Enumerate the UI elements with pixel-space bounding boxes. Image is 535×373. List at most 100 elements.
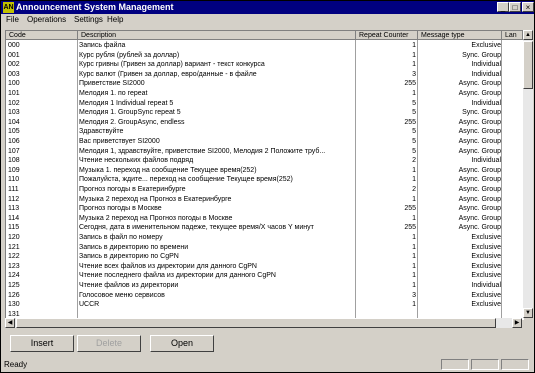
insert-button[interactable]: Insert bbox=[10, 335, 74, 352]
table-row[interactable]: 001 Курс рубля (рублей за доллар) 1 Sync. G… bbox=[6, 51, 523, 60]
row-repeat-counter: 3 bbox=[412, 70, 416, 78]
scroll-thumb[interactable] bbox=[523, 41, 533, 89]
row-code: 114 bbox=[8, 214, 20, 222]
scroll-right-arrow-icon[interactable]: ▶ bbox=[512, 318, 522, 328]
table-row[interactable]: 122 Запись в директорию по CgPN 1 Exclusive bbox=[6, 252, 523, 261]
maximize-button[interactable]: □ bbox=[509, 2, 521, 12]
column-header-repeat-counter[interactable]: Repeat Counter bbox=[356, 31, 418, 40]
row-message-type: Async. Group bbox=[458, 166, 501, 174]
title-bar[interactable]: AN Announcement System Management _ □ × bbox=[1, 1, 534, 14]
row-code: 111 bbox=[8, 186, 19, 193]
row-code: 108 bbox=[8, 157, 20, 165]
row-description: Запись в файл по номеру bbox=[79, 234, 163, 241]
table-row[interactable]: 115 Сегодня, дата в именительном падеже, … bbox=[6, 223, 523, 232]
table-row[interactable]: 100 Приветствие SI2000 255 Async. Group bbox=[6, 79, 523, 88]
status-bar: Ready bbox=[1, 357, 534, 372]
row-message-type: Async. Group bbox=[458, 176, 501, 184]
row-code: 112 bbox=[8, 195, 20, 203]
row-repeat-counter: 1 bbox=[412, 51, 416, 59]
row-description: Чтение файлов из директории bbox=[79, 282, 179, 289]
row-description: Голосовое меню сервисов bbox=[79, 291, 165, 299]
table-row[interactable]: 103 Мелодия 1. GroupSync repeat 5 5 Sync. G… bbox=[6, 108, 523, 117]
column-header-lan[interactable]: Lan bbox=[502, 31, 523, 40]
table-row[interactable]: 121 Запись в директорию по времени 1 Exclus… bbox=[6, 243, 523, 252]
row-code: 100 bbox=[8, 80, 20, 88]
scroll-down-arrow-icon[interactable]: ▼ bbox=[523, 308, 533, 318]
table-row[interactable]: 000 Запись файла 1 Exclusive bbox=[6, 41, 523, 50]
column-header-code[interactable]: Code bbox=[6, 31, 78, 40]
row-description: Мелодия 1 Individual repeat 5 bbox=[79, 99, 174, 107]
row-message-type: Individual bbox=[471, 99, 501, 107]
horizontal-scroll-thumb[interactable] bbox=[16, 318, 496, 328]
table-row[interactable]: 003 Курс валют (Гривен за доллар, евро/да… bbox=[6, 70, 523, 79]
row-message-type: Exclusive bbox=[471, 42, 501, 49]
row-message-type: Async. Group bbox=[458, 186, 501, 193]
table-row[interactable]: 104 Мелодия 2. GroupAsync, endless 255 Asyn… bbox=[6, 118, 523, 127]
announcement-table[interactable]: Code Description Repeat Counter Message … bbox=[5, 30, 524, 320]
minimize-button[interactable]: _ bbox=[497, 2, 509, 12]
column-header-description[interactable]: Description bbox=[78, 31, 356, 40]
table-row[interactable]: 111 Прогноз погоды в Екатеринбурге 2 Async.… bbox=[6, 185, 523, 194]
row-code: 109 bbox=[8, 166, 20, 174]
table-row[interactable]: 123 Чтение всех файлов из директории для … bbox=[6, 262, 523, 271]
row-description: Прогноз погоды в Москве bbox=[79, 205, 162, 213]
table-row[interactable]: 113 Прогноз погоды в Москве 255 Async. Grou… bbox=[6, 204, 523, 213]
menu-bar: File Operations Settings Help bbox=[1, 14, 534, 25]
table-row[interactable]: 002 Курс гривны (Гривен за доллар) вариан… bbox=[6, 60, 523, 69]
table-row[interactable]: 101 Мелодия 1. по repeat 1 Async. Group bbox=[6, 89, 523, 98]
row-description: Запись в директорию по CgPN bbox=[79, 253, 179, 261]
row-repeat-counter: 1 bbox=[412, 195, 416, 203]
row-repeat-counter: 3 bbox=[412, 291, 416, 299]
row-code: 105 bbox=[8, 128, 20, 136]
status-panel bbox=[441, 359, 469, 370]
row-message-type: Async. Group bbox=[458, 195, 501, 203]
row-description: Музыка 2 переход на Прогноз погоды в Мос… bbox=[79, 214, 233, 222]
row-code: 123 bbox=[8, 262, 20, 270]
row-message-type: Exclusive bbox=[471, 253, 501, 261]
table-row[interactable]: 125 Чтение файлов из директории 1 Individua… bbox=[6, 281, 523, 290]
table-row[interactable]: 114 Музыка 2 переход на Прогноз погоды в … bbox=[6, 214, 523, 223]
table-row[interactable]: 107 Мелодия 1, здравствуйте, приветствие … bbox=[6, 147, 523, 156]
table-row[interactable]: 126 Голосовое меню сервисов 3 Exclusive bbox=[6, 291, 523, 300]
vertical-scrollbar[interactable]: ▲ ▼ bbox=[523, 30, 533, 318]
table-row[interactable]: 106 Вас приветствует SI2000 5 Async. Group bbox=[6, 137, 523, 146]
status-panel bbox=[501, 359, 529, 370]
row-code: 103 bbox=[8, 109, 20, 117]
row-description: Чтение последнего файла из директории дл… bbox=[79, 272, 276, 280]
menu-help[interactable]: Help bbox=[107, 14, 123, 25]
open-button[interactable]: Open bbox=[150, 335, 214, 352]
scroll-up-arrow-icon[interactable]: ▲ bbox=[523, 30, 533, 40]
row-code: 000 bbox=[8, 42, 20, 49]
row-message-type: Sync. Group bbox=[462, 51, 501, 59]
menu-settings[interactable]: Settings bbox=[74, 14, 103, 25]
table-row[interactable]: 110 Пожалуйста, ждите... переход на сообщ… bbox=[6, 175, 523, 184]
table-row[interactable]: 109 Музыка 1. переход на сообщение Текуще… bbox=[6, 166, 523, 175]
row-repeat-counter: 1 bbox=[412, 272, 416, 280]
menu-file[interactable]: File bbox=[6, 14, 19, 25]
app-icon[interactable]: AN bbox=[3, 2, 14, 13]
row-message-type: Individual bbox=[471, 282, 501, 289]
scroll-left-arrow-icon[interactable]: ◀ bbox=[5, 318, 15, 328]
menu-operations[interactable]: Operations bbox=[27, 14, 66, 25]
horizontal-scrollbar[interactable]: ◀ ▶ bbox=[5, 318, 522, 328]
table-row[interactable]: 112 Музыка 2 переход на Прогноз в Екатери… bbox=[6, 195, 523, 204]
row-code: 126 bbox=[8, 291, 20, 299]
row-repeat-counter: 2 bbox=[412, 186, 416, 193]
table-row[interactable]: 130 UCCR 1 Exclusive bbox=[6, 300, 523, 309]
row-repeat-counter: 1 bbox=[412, 282, 416, 289]
row-code: 102 bbox=[8, 99, 20, 107]
row-description: Прогноз погоды в Екатеринбурге bbox=[79, 186, 186, 193]
table-row[interactable]: 108 Чтение нескольких файлов подряд 2 Indiv… bbox=[6, 156, 523, 165]
delete-button[interactable]: Delete bbox=[77, 335, 141, 352]
row-description: Курс рубля (рублей за доллар) bbox=[79, 51, 180, 59]
main-window: AN Announcement System Management _ □ × … bbox=[0, 0, 535, 373]
column-header-message-type[interactable]: Message type bbox=[418, 31, 502, 40]
table-row[interactable]: 105 Здравствуйте 5 Async. Group bbox=[6, 127, 523, 136]
row-message-type: Async. Group bbox=[458, 147, 501, 155]
row-message-type: Async. Group bbox=[458, 118, 501, 126]
table-row[interactable]: 120 Запись в файл по номеру 1 Exclusive bbox=[6, 233, 523, 242]
close-button[interactable]: × bbox=[522, 2, 534, 12]
table-row[interactable]: 124 Чтение последнего файла из директории… bbox=[6, 271, 523, 280]
table-row[interactable]: 102 Мелодия 1 Individual repeat 5 5 Individ… bbox=[6, 99, 523, 108]
row-description: Мелодия 1. по repeat bbox=[79, 90, 148, 97]
